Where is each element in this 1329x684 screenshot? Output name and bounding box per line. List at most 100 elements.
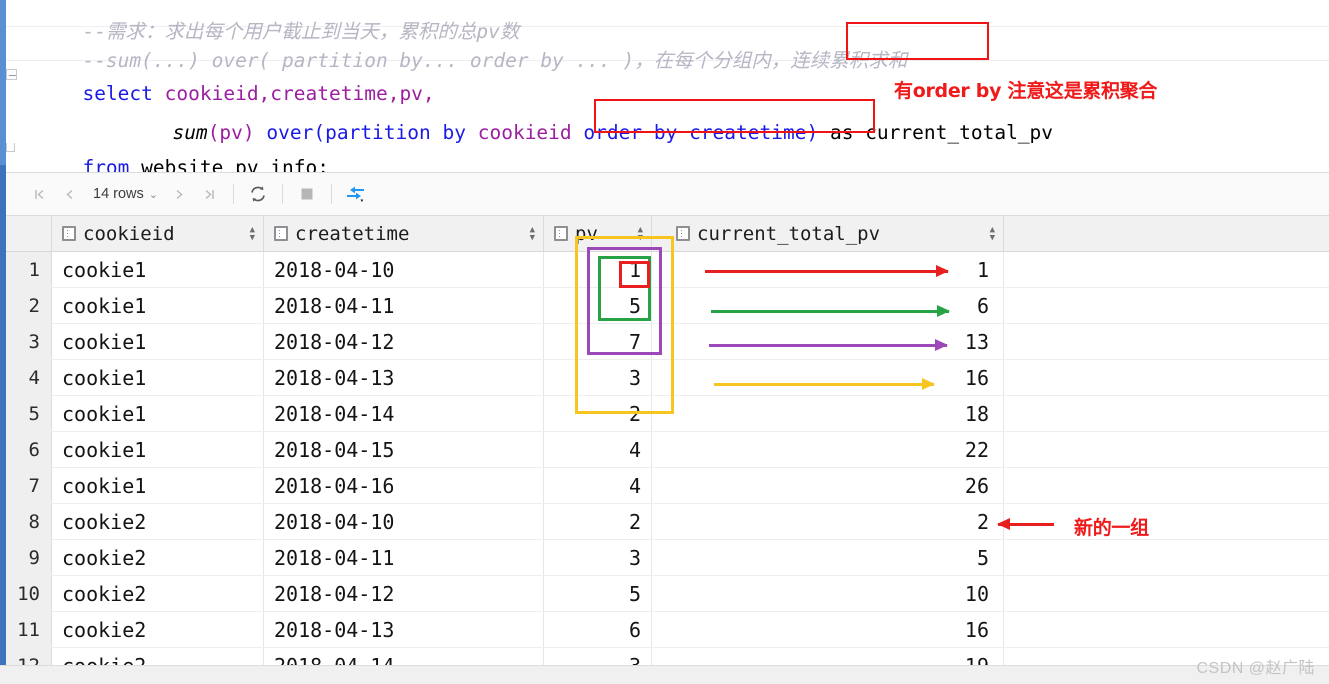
cell-createtime: 2018-04-10 — [264, 504, 544, 539]
cell-createtime: 2018-04-13 — [264, 360, 544, 395]
row-number-cell: 7 — [6, 468, 52, 503]
row-number-cell: 1 — [6, 252, 52, 287]
table-row[interactable]: 4 cookie1 2018-04-13 3 16 — [6, 360, 1329, 396]
cell-createtime: 2018-04-12 — [264, 324, 544, 359]
cell-pv: 4 — [544, 468, 652, 503]
sort-toggle-icon[interactable]: ▲ ▼ — [990, 225, 995, 242]
cell-filler — [1004, 612, 1329, 647]
column-header-cookieid[interactable]: cookieid ▲ ▼ — [52, 216, 264, 252]
cell-current-total-pv: 26 — [652, 468, 1004, 503]
column-header-filler — [1004, 216, 1329, 252]
cell-filler — [1004, 504, 1329, 539]
sort-toggle-icon[interactable]: ▲ ▼ — [250, 225, 255, 242]
cell-cookieid: cookie2 — [52, 612, 264, 647]
sort-toggle-icon[interactable]: ▲ ▼ — [530, 225, 535, 242]
cell-filler — [1004, 396, 1329, 431]
sql-editor[interactable]: --需求：求出每个用户截止到当天，累积的总pv数 --sum(...) over… — [6, 0, 1329, 177]
first-page-icon[interactable] — [24, 179, 54, 209]
chevron-down-icon[interactable]: ⌄ — [149, 188, 164, 201]
row-number-cell: 2 — [6, 288, 52, 323]
results-toolbar[interactable]: 14 rows ⌄ — [6, 172, 1329, 216]
stop-icon[interactable] — [292, 179, 322, 209]
column-header-label: createtime — [295, 222, 410, 245]
toolbar-divider-3 — [331, 184, 332, 204]
cell-pv: 3 — [544, 540, 652, 575]
cell-filler — [1004, 468, 1329, 503]
cell-current-total-pv: 16 — [652, 612, 1004, 647]
row-number-cell: 11 — [6, 612, 52, 647]
sql-select-keyword: select — [82, 81, 165, 105]
column-header-label: current_total_pv — [697, 222, 881, 245]
prev-page-icon[interactable] — [54, 179, 84, 209]
cell-cookieid: cookie1 — [52, 432, 264, 467]
cell-current-total-pv: 6 — [652, 288, 1004, 323]
table-row[interactable]: 6 cookie1 2018-04-15 4 22 — [6, 432, 1329, 468]
cell-pv: 5 — [544, 576, 652, 611]
cell-pv: 2 — [544, 504, 652, 539]
column-type-icon — [676, 226, 690, 241]
column-header-pv[interactable]: pv ▲ ▼ — [544, 216, 652, 252]
toolbar-divider-2 — [282, 184, 283, 204]
toolbar-divider-1 — [233, 184, 234, 204]
cell-createtime: 2018-04-16 — [264, 468, 544, 503]
cell-pv: 4 — [544, 432, 652, 467]
cell-createtime: 2018-04-13 — [264, 612, 544, 647]
sort-toggle-icon[interactable]: ▲ ▼ — [638, 225, 643, 242]
row-number-cell: 8 — [6, 504, 52, 539]
cell-cookieid: cookie1 — [52, 324, 264, 359]
highlight-box-order-by — [594, 99, 875, 133]
cell-cookieid: cookie2 — [52, 504, 264, 539]
cell-createtime: 2018-04-11 — [264, 288, 544, 323]
sql-partition-column: cookieid — [477, 120, 584, 144]
cell-pv: 5 — [544, 288, 652, 323]
row-number-cell: 6 — [6, 432, 52, 467]
cell-createtime: 2018-04-15 — [264, 432, 544, 467]
cell-pv: 2 — [544, 396, 652, 431]
table-row[interactable]: 8 cookie2 2018-04-10 2 2 — [6, 504, 1329, 540]
refresh-icon[interactable] — [243, 179, 273, 209]
row-number-cell: 9 — [6, 540, 52, 575]
table-row[interactable]: 9 cookie2 2018-04-11 3 5 — [6, 540, 1329, 576]
watermark: CSDN @赵广陆 — [1196, 660, 1315, 677]
grid-header-row: cookieid ▲ ▼ createtime ▲ ▼ pv ▲ ▼ current_… — [6, 216, 1329, 252]
last-page-icon[interactable] — [194, 179, 224, 209]
bottom-status-bar — [0, 666, 1329, 684]
table-row[interactable]: 2 cookie1 2018-04-11 5 6 — [6, 288, 1329, 324]
cell-createtime: 2018-04-14 — [264, 396, 544, 431]
table-row[interactable]: 11 cookie2 2018-04-13 6 16 — [6, 612, 1329, 648]
table-row[interactable]: 7 cookie1 2018-04-16 4 26 — [6, 468, 1329, 504]
transpose-icon[interactable] — [341, 179, 371, 209]
grid-body[interactable]: 1 cookie1 2018-04-10 1 1 2 cookie1 2018-04-11 5 6… — [6, 252, 1329, 684]
cell-filler — [1004, 288, 1329, 323]
cell-current-total-pv: 18 — [652, 396, 1004, 431]
column-header-createtime[interactable]: createtime ▲ ▼ — [264, 216, 544, 252]
column-type-icon — [554, 226, 568, 241]
grid-header-gutter — [6, 216, 52, 252]
sql-select-columns: cookieid,createtime,pv, — [164, 81, 435, 105]
table-row[interactable]: 10 cookie2 2018-04-12 5 10 — [6, 576, 1329, 612]
cell-cookieid: cookie1 — [52, 288, 264, 323]
screenshot-root: --需求：求出每个用户截止到当天，累积的总pv数 --sum(...) over… — [0, 0, 1329, 684]
next-page-icon[interactable] — [164, 179, 194, 209]
cell-filler — [1004, 252, 1329, 287]
cell-current-total-pv: 13 — [652, 324, 1004, 359]
cell-current-total-pv: 10 — [652, 576, 1004, 611]
table-row[interactable]: 5 cookie1 2018-04-14 2 18 — [6, 396, 1329, 432]
column-header-current-total-pv[interactable]: current_total_pv ▲ ▼ — [652, 216, 1004, 252]
results-grid[interactable]: cookieid ▲ ▼ createtime ▲ ▼ pv ▲ ▼ current_… — [6, 216, 1329, 684]
row-number-cell: 4 — [6, 360, 52, 395]
annotation-order-by-note: 有order by 注意这是累积聚合 — [894, 80, 1158, 102]
row-number-cell: 10 — [6, 576, 52, 611]
table-row[interactable]: 3 cookie1 2018-04-12 7 13 — [6, 324, 1329, 360]
sql-partition-by: (partition by — [313, 120, 478, 144]
cell-filler — [1004, 324, 1329, 359]
cell-current-total-pv: 1 — [652, 252, 1004, 287]
cell-pv: 6 — [544, 612, 652, 647]
row-number-cell: 3 — [6, 324, 52, 359]
cell-filler — [1004, 540, 1329, 575]
table-row[interactable]: 1 cookie1 2018-04-10 1 1 — [6, 252, 1329, 288]
row-count-label[interactable]: 14 rows — [84, 186, 149, 202]
cell-createtime: 2018-04-10 — [264, 252, 544, 287]
cell-filler — [1004, 432, 1329, 467]
column-type-icon — [274, 226, 288, 241]
